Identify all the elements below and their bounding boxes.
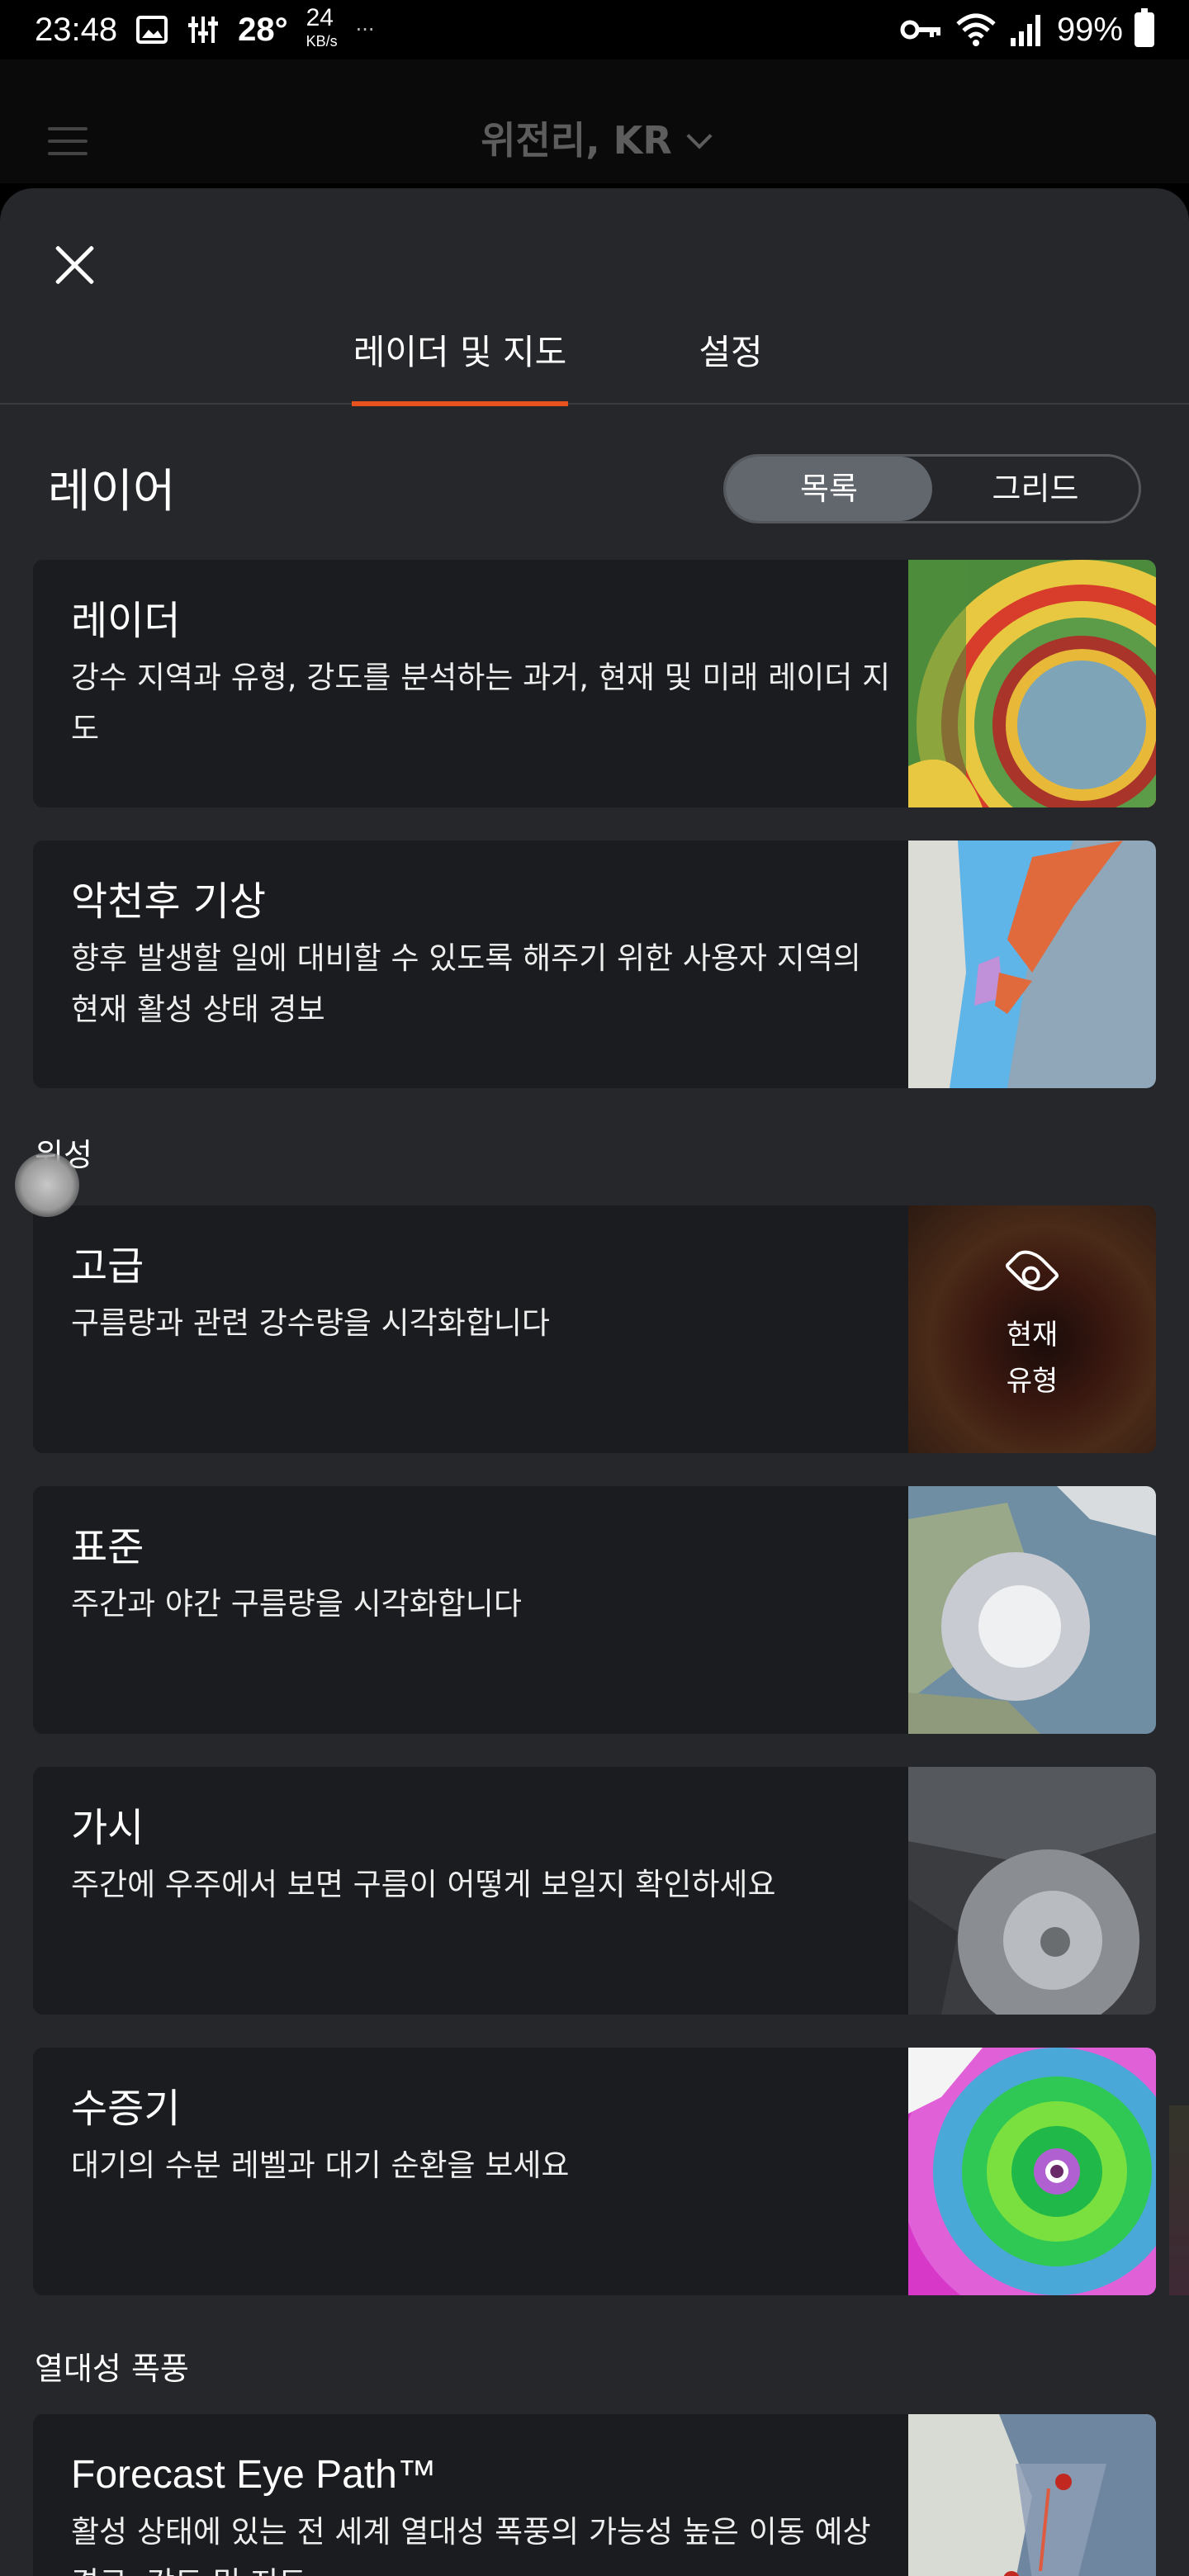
- location-selector[interactable]: 위전리, KR: [0, 111, 1189, 165]
- app-bar: 위전리, KR: [0, 59, 1189, 183]
- standard-thumbnail: [908, 1486, 1156, 1734]
- card-text: 가시 주간에 우주에서 보면 구름이 어떻게 보일지 확인하세요: [71, 1800, 897, 1911]
- tab-settings[interactable]: 설정: [677, 324, 784, 405]
- layers-sheet: 레이더 및 지도 설정 레이어 목록 그리드 레이더 강수 지역과 유형, 강도…: [0, 188, 1189, 2576]
- card-description: 강수 지역과 유형, 강도를 분석하는 과거, 현재 및 미래 레이더 지도: [71, 660, 891, 746]
- gallery-icon: [136, 16, 168, 44]
- chevron-down-icon: [686, 123, 713, 149]
- network-speed: 24 KB/s: [306, 4, 338, 53]
- card-title: 가시: [71, 1805, 144, 1851]
- location-name: 위전리, KR: [481, 118, 672, 163]
- close-icon[interactable]: [50, 239, 101, 291]
- card-text: 표준 주간과 야간 구름량을 시각화합니다: [71, 1519, 897, 1630]
- water-vapor-thumbnail: [908, 2048, 1156, 2295]
- tab-bar: 레이더 및 지도 설정: [0, 324, 1189, 406]
- card-title: 레이더: [71, 598, 181, 644]
- card-description: 대기의 수분 레벨과 대기 순환을 보세요: [71, 2147, 570, 2183]
- view-toggle: 목록 그리드: [723, 454, 1141, 523]
- layer-card-water-vapor[interactable]: 수증기 대기의 수분 레벨과 대기 순환을 보세요: [33, 2048, 1156, 2295]
- radar-thumbnail: [908, 560, 1156, 807]
- tab-radar-maps-label: 레이더 및 지도: [353, 332, 567, 372]
- card-title: 악천후 기상: [71, 878, 267, 925]
- tab-settings-label: 설정: [699, 332, 763, 372]
- network-speed-value: 24: [306, 4, 334, 31]
- current-type-badge: 현재 유형: [908, 1205, 1156, 1453]
- card-title: 표준: [71, 1524, 144, 1570]
- layer-card-forecast-eye-path[interactable]: Forecast Eye Path™ 활성 상태에 있는 전 세계 열대성 폭풍…: [33, 2414, 1156, 2576]
- status-left: 23:48 28° 24 KB/s ···: [35, 4, 375, 53]
- tab-radar-maps[interactable]: 레이더 및 지도: [352, 324, 568, 406]
- card-text: 레이더 강수 지역과 유형, 강도를 분석하는 과거, 현재 및 미래 레이더 …: [71, 593, 897, 755]
- current-type-label-2: 유형: [1006, 1365, 1059, 1398]
- list-view-button[interactable]: 목록: [726, 457, 932, 521]
- forecast-eye-path-thumbnail: [908, 2414, 1156, 2576]
- grid-view-button[interactable]: 그리드: [932, 457, 1139, 521]
- layers-heading: 레이어: [48, 465, 176, 519]
- card-description: 구름량과 관련 강수량을 시각화합니다: [71, 1305, 550, 1341]
- touch-indicator: [15, 1153, 79, 1217]
- card-text: Forecast Eye Path™ 활성 상태에 있는 전 세계 열대성 폭풍…: [71, 2447, 897, 2576]
- status-right: 99%: [900, 8, 1154, 49]
- current-type-label-1: 현재: [1006, 1319, 1059, 1352]
- equalizer-icon: [188, 17, 219, 43]
- battery-percent: 99%: [1056, 11, 1123, 48]
- layer-card-radar[interactable]: 레이더 강수 지역과 유형, 강도를 분석하는 과거, 현재 및 미래 레이더 …: [33, 560, 1156, 807]
- severe-weather-thumbnail: [908, 841, 1156, 1088]
- card-description: 활성 상태에 있는 전 세계 열대성 폭풍의 가능성 높은 이동 예상 경로, …: [71, 2514, 871, 2576]
- tropical-section-heading: 열대성 폭풍: [35, 2351, 189, 2387]
- card-title: 고급: [71, 1243, 144, 1290]
- layer-card-advanced[interactable]: 고급 구름량과 관련 강수량을 시각화합니다 현재 유형: [33, 1205, 1156, 1453]
- card-title: Forecast Eye Path™: [71, 2453, 437, 2497]
- key-icon: [900, 20, 940, 40]
- battery-icon: [1135, 8, 1154, 47]
- visible-thumbnail: [908, 1767, 1156, 2015]
- layer-card-standard[interactable]: 표준 주간과 야간 구름량을 시각화합니다: [33, 1486, 1156, 1734]
- card-description: 주간과 야간 구름량을 시각화합니다: [71, 1586, 522, 1622]
- signal-icon: [1010, 15, 1040, 46]
- status-bar: 23:48 28° 24 KB/s ··· 99%: [0, 0, 1189, 59]
- scrollbar[interactable]: [1169, 2105, 1189, 2295]
- card-description: 주간에 우주에서 보면 구름이 어떻게 보일지 확인하세요: [71, 1867, 776, 1902]
- card-text: 수증기 대기의 수분 레벨과 대기 순환을 보세요: [71, 2081, 897, 2191]
- eye-icon: [1004, 1243, 1060, 1299]
- wifi-icon: [956, 13, 996, 46]
- layer-card-visible[interactable]: 가시 주간에 우주에서 보면 구름이 어떻게 보일지 확인하세요: [33, 1767, 1156, 2015]
- network-speed-unit: KB/s: [306, 33, 338, 50]
- layer-card-severe-weather[interactable]: 악천후 기상 향후 발생할 일에 대비할 수 있도록 해주기 위한 사용자 지역…: [33, 841, 1156, 1088]
- card-text: 고급 구름량과 관련 강수량을 시각화합니다: [71, 1238, 897, 1349]
- status-time: 23:48: [35, 11, 118, 48]
- advanced-thumbnail: 현재 유형: [908, 1205, 1156, 1453]
- card-description: 향후 발생할 일에 대비할 수 있도록 해주기 위한 사용자 지역의 현재 활성…: [71, 940, 861, 1027]
- more-notifications-indicator: ···: [355, 18, 375, 41]
- status-temperature: 28°: [238, 11, 288, 48]
- card-text: 악천후 기상 향후 발생할 일에 대비할 수 있도록 해주기 위한 사용자 지역…: [71, 874, 897, 1035]
- card-title: 수증기: [71, 2086, 181, 2132]
